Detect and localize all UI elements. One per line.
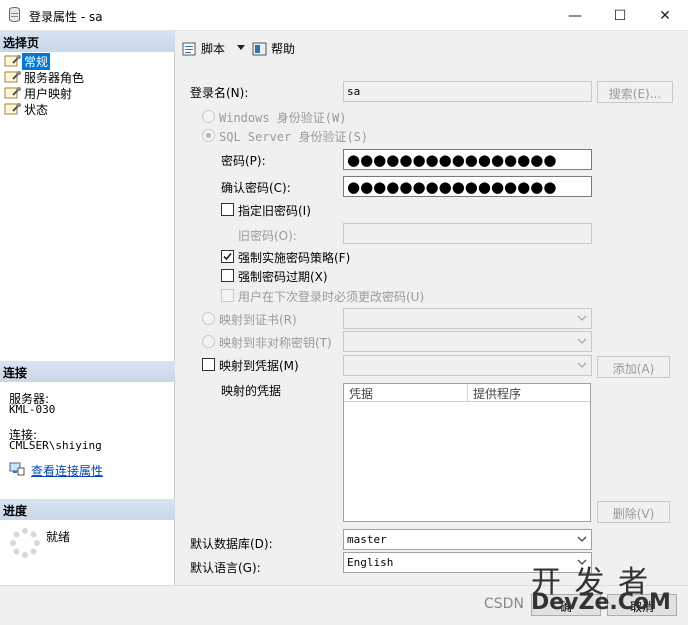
nav-label-general: 常规 bbox=[22, 52, 51, 70]
nav-label-server-roles: 服务器角色 bbox=[24, 70, 85, 85]
cert-select[interactable] bbox=[343, 308, 592, 329]
must-change-checkbox[interactable] bbox=[221, 289, 234, 302]
chevron-down-icon bbox=[577, 338, 587, 344]
progress-status: 就绪 bbox=[46, 530, 71, 544]
help-label: 帮助 bbox=[271, 42, 296, 56]
default-db-value: master bbox=[347, 533, 387, 546]
default-db-label: 默认数据库(D): bbox=[190, 537, 273, 551]
login-name-label: 登录名(N): bbox=[190, 86, 249, 100]
grid-col-credential[interactable]: 凭据 bbox=[349, 385, 373, 402]
chevron-down-icon bbox=[577, 362, 587, 368]
wrench-page-icon bbox=[4, 87, 21, 99]
password-input[interactable]: ●●●●●●●●●●●●●●●● bbox=[343, 149, 592, 170]
maximize-icon: ☐ bbox=[613, 7, 627, 24]
connection-properties-icon bbox=[9, 462, 25, 476]
login-name-input[interactable]: sa bbox=[343, 81, 592, 102]
title-bar: 登录属性 - sa — ☐ ✕ bbox=[0, 0, 688, 31]
connection-value: CMLSER\shiying bbox=[9, 439, 102, 452]
wrench-page-icon bbox=[4, 55, 21, 67]
enforce-expiration-checkbox[interactable] bbox=[221, 269, 234, 282]
watermark-csdn: CSDN bbox=[484, 596, 524, 612]
checkmark-icon bbox=[223, 252, 232, 261]
confirm-password-label: 确认密码(C): bbox=[221, 181, 291, 195]
nav-label-status: 状态 bbox=[24, 102, 49, 117]
left-panel: 选择页 常规 服务器角色 用户映射 状态 连接 服务器: KML-030 连接:… bbox=[0, 31, 175, 585]
wrench-page-icon bbox=[4, 71, 21, 83]
grid-col-provider[interactable]: 提供程序 bbox=[473, 385, 521, 402]
grid-divider bbox=[467, 384, 468, 402]
sql-auth-radio[interactable] bbox=[202, 129, 215, 142]
remove-button[interactable]: 删除(V) bbox=[597, 501, 670, 523]
credentials-grid[interactable]: 凭据 提供程序 bbox=[343, 383, 591, 522]
view-connection-properties-link[interactable]: 查看连接属性 bbox=[31, 462, 103, 479]
asym-key-select[interactable] bbox=[343, 331, 592, 352]
toolbar: 脚本 帮助 bbox=[176, 31, 688, 67]
maximize-button[interactable]: ☐ bbox=[597, 0, 643, 31]
map-cert-label: 映射到证书(R) bbox=[219, 313, 297, 327]
windows-auth-radio[interactable] bbox=[202, 110, 215, 123]
window-title: 登录属性 - sa bbox=[29, 10, 103, 24]
nav-item-status[interactable]: 状态 bbox=[4, 101, 50, 117]
old-password-input[interactable] bbox=[343, 223, 592, 244]
connection-header: 连接 bbox=[0, 361, 175, 382]
nav-item-server-roles[interactable]: 服务器角色 bbox=[4, 69, 86, 85]
wrench-page-icon bbox=[4, 103, 21, 115]
credential-select[interactable] bbox=[343, 355, 592, 376]
progress-header: 进度 bbox=[0, 499, 175, 520]
nav-item-user-mapping[interactable]: 用户映射 bbox=[4, 85, 74, 101]
windows-auth-label: Windows 身份验证(W) bbox=[219, 111, 347, 125]
minimize-button[interactable]: — bbox=[552, 0, 598, 31]
default-lang-label: 默认语言(G): bbox=[190, 561, 261, 575]
chevron-down-icon bbox=[577, 536, 587, 542]
spinner-icon bbox=[10, 528, 40, 558]
select-page-header: 选择页 bbox=[0, 31, 175, 52]
database-icon bbox=[9, 7, 20, 22]
chevron-down-icon bbox=[577, 315, 587, 321]
script-button[interactable]: 脚本 bbox=[182, 40, 225, 57]
specify-old-password-checkbox[interactable] bbox=[221, 203, 234, 216]
enforce-expiration-label: 强制密码过期(X) bbox=[238, 270, 328, 284]
enforce-policy-checkbox[interactable] bbox=[221, 250, 234, 263]
search-button[interactable]: 搜索(E)... bbox=[597, 81, 673, 103]
specify-old-password-label: 指定旧密码(I) bbox=[238, 204, 311, 218]
help-button[interactable]: 帮助 bbox=[252, 40, 295, 57]
minimize-icon: — bbox=[568, 7, 582, 24]
old-password-label: 旧密码(O): bbox=[238, 229, 297, 243]
close-button[interactable]: ✕ bbox=[642, 0, 688, 31]
script-label: 脚本 bbox=[201, 42, 226, 56]
enforce-policy-label: 强制实施密码策略(F) bbox=[238, 251, 351, 265]
watermark-domain: DevZe.CoM bbox=[531, 590, 671, 615]
map-credential-checkbox[interactable] bbox=[202, 358, 215, 371]
map-asym-key-radio[interactable] bbox=[202, 335, 215, 348]
mapped-credentials-label: 映射的凭据 bbox=[221, 384, 282, 398]
grid-header: 凭据 提供程序 bbox=[344, 384, 590, 402]
default-lang-value: English bbox=[347, 556, 394, 569]
server-value: KML-030 bbox=[9, 403, 56, 416]
add-button[interactable]: 添加(A) bbox=[597, 356, 670, 378]
sql-auth-label: SQL Server 身份验证(S) bbox=[219, 130, 369, 144]
chevron-down-icon[interactable] bbox=[237, 45, 245, 51]
nav-item-general[interactable]: 常规 bbox=[4, 52, 51, 70]
password-label: 密码(P): bbox=[221, 154, 266, 168]
map-credential-label: 映射到凭据(M) bbox=[219, 359, 299, 373]
confirm-password-input[interactable]: ●●●●●●●●●●●●●●●● bbox=[343, 176, 592, 197]
nav-label-user-mapping: 用户映射 bbox=[24, 86, 73, 101]
must-change-label: 用户在下次登录时必须更改密码(U) bbox=[238, 290, 425, 304]
close-icon: ✕ bbox=[659, 7, 671, 24]
script-icon bbox=[182, 42, 196, 55]
help-book-icon bbox=[252, 42, 267, 55]
default-db-select[interactable]: master bbox=[343, 529, 592, 550]
map-cert-radio[interactable] bbox=[202, 312, 215, 325]
map-asym-key-label: 映射到非对称密钥(T) bbox=[219, 336, 332, 350]
